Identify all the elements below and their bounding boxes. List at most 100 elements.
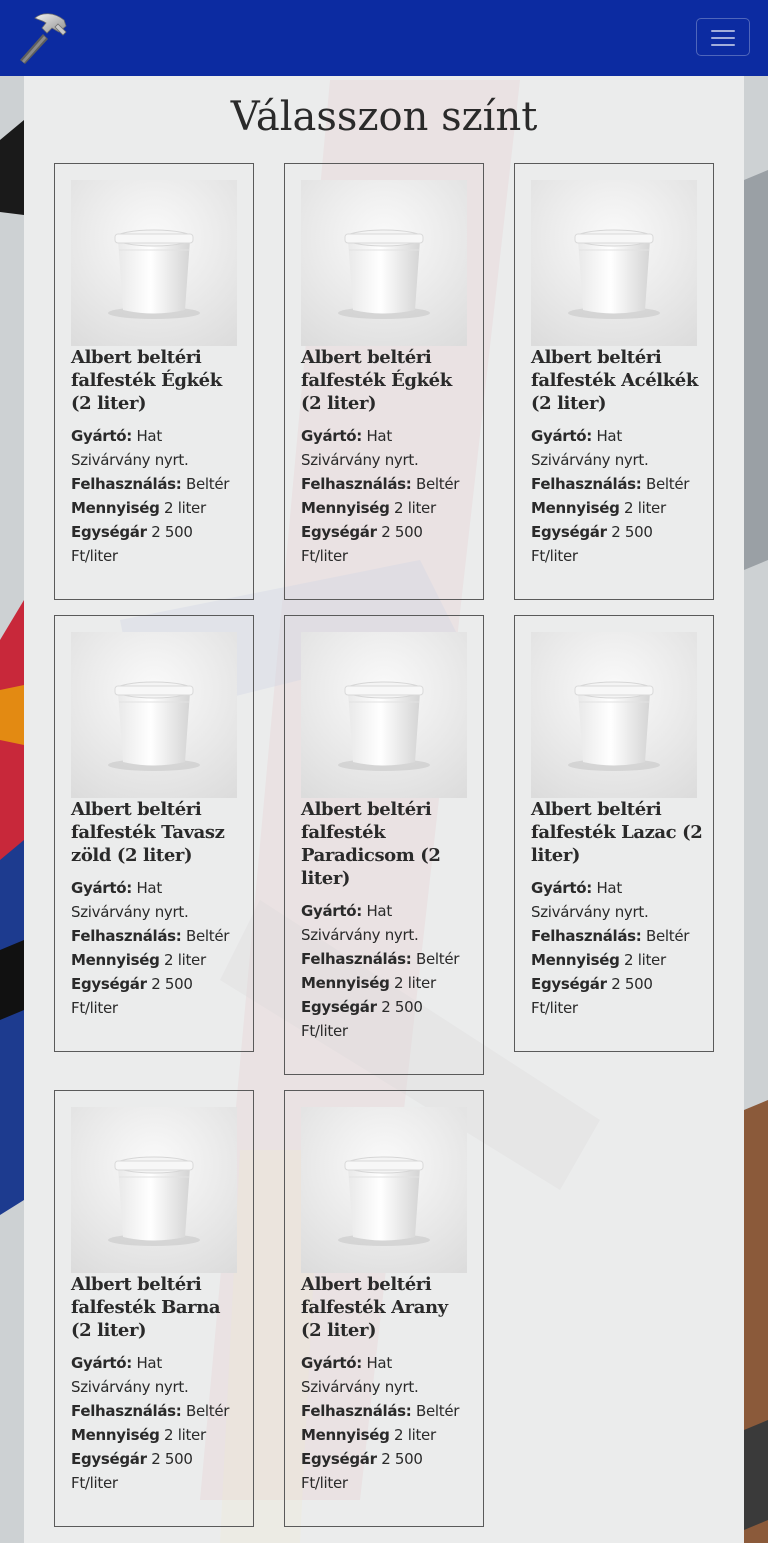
quantity-row: Mennyiség 2 liter xyxy=(301,496,473,520)
usage-row: Felhasználás: Beltér xyxy=(301,1399,473,1423)
product-specs: Gyártó: Hat Szivárvány nyrt. Felhasználás… xyxy=(71,876,243,1020)
manufacturer-row: Gyártó: Hat Szivárvány nyrt. xyxy=(301,899,473,947)
usage-value: Beltér xyxy=(185,1402,230,1420)
product-name[interactable]: Albert beltéri falfesték Barna (2 liter) xyxy=(71,1273,243,1342)
manufacturer-row: Gyártó: Hat Szivárvány nyrt. xyxy=(71,424,243,472)
usage-row: Felhasználás: Beltér xyxy=(301,472,473,496)
usage-value: Beltér xyxy=(185,927,230,945)
product-card[interactable]: Albert beltéri falfesték Paradicsom (2 l… xyxy=(284,615,484,1075)
manufacturer-label: Gyártó: xyxy=(71,427,132,445)
usage-value: Beltér xyxy=(185,475,230,493)
quantity-value: 2 liter xyxy=(394,974,436,992)
paint-bucket-image[interactable] xyxy=(71,180,237,346)
manufacturer-label: Gyártó: xyxy=(301,427,362,445)
usage-value: Beltér xyxy=(415,1402,460,1420)
usage-value: Beltér xyxy=(645,927,690,945)
paint-bucket-image[interactable] xyxy=(301,632,467,798)
manufacturer-row: Gyártó: Hat Szivárvány nyrt. xyxy=(71,876,243,924)
product-name[interactable]: Albert beltéri falfesték Tavasz zöld (2 … xyxy=(71,798,243,867)
quantity-label: Mennyiség xyxy=(71,951,160,969)
product-specs: Gyártó: Hat Szivárvány nyrt. Felhasználás… xyxy=(71,1351,243,1495)
usage-row: Felhasználás: Beltér xyxy=(531,472,703,496)
product-name[interactable]: Albert beltéri falfesték Arany (2 liter) xyxy=(301,1273,473,1342)
quantity-label: Mennyiség xyxy=(301,1426,390,1444)
manufacturer-row: Gyártó: Hat Szivárvány nyrt. xyxy=(71,1351,243,1399)
paint-bucket-image[interactable] xyxy=(301,1107,467,1273)
manufacturer-row: Gyártó: Hat Szivárvány nyrt. xyxy=(531,424,703,472)
usage-value: Beltér xyxy=(645,475,690,493)
product-card[interactable]: Albert beltéri falfesték Lazac (2 liter)… xyxy=(514,615,714,1052)
product-name[interactable]: Albert beltéri falfesték Égkék (2 liter) xyxy=(301,346,473,415)
quantity-value: 2 liter xyxy=(164,1426,206,1444)
quantity-label: Mennyiség xyxy=(531,499,620,517)
manufacturer-label: Gyártó: xyxy=(301,1354,362,1372)
product-card[interactable]: Albert beltéri falfesték Acélkék (2 lite… xyxy=(514,163,714,600)
usage-label: Felhasználás: xyxy=(531,927,642,945)
paint-bucket-image[interactable] xyxy=(531,180,697,346)
usage-label: Felhasználás: xyxy=(301,1402,412,1420)
quantity-label: Mennyiség xyxy=(301,499,390,517)
usage-row: Felhasználás: Beltér xyxy=(71,1399,243,1423)
product-name[interactable]: Albert beltéri falfesték Lazac (2 liter) xyxy=(531,798,703,867)
quantity-value: 2 liter xyxy=(164,951,206,969)
menu-bar-line xyxy=(711,30,735,32)
quantity-value: 2 liter xyxy=(624,499,666,517)
usage-label: Felhasználás: xyxy=(71,1402,182,1420)
product-card[interactable]: Albert beltéri falfesték Arany (2 liter)… xyxy=(284,1090,484,1527)
product-card[interactable]: Albert beltéri falfesték Barna (2 liter)… xyxy=(54,1090,254,1527)
paint-bucket-image[interactable] xyxy=(71,632,237,798)
usage-label: Felhasználás: xyxy=(531,475,642,493)
quantity-row: Mennyiség 2 liter xyxy=(531,948,703,972)
unit-price-label: Egységár xyxy=(531,523,607,541)
product-card[interactable]: Albert beltéri falfesték Égkék (2 liter)… xyxy=(284,163,484,600)
product-name[interactable]: Albert beltéri falfesték Égkék (2 liter) xyxy=(71,346,243,415)
usage-row: Felhasználás: Beltér xyxy=(301,947,473,971)
quantity-row: Mennyiség 2 liter xyxy=(531,496,703,520)
paint-bucket-image[interactable] xyxy=(531,632,697,798)
quantity-value: 2 liter xyxy=(164,499,206,517)
quantity-row: Mennyiség 2 liter xyxy=(71,948,243,972)
quantity-value: 2 liter xyxy=(624,951,666,969)
quantity-row: Mennyiség 2 liter xyxy=(301,971,473,995)
manufacturer-label: Gyártó: xyxy=(71,1354,132,1372)
unit-price-label: Egységár xyxy=(71,1450,147,1468)
quantity-value: 2 liter xyxy=(394,1426,436,1444)
usage-row: Felhasználás: Beltér xyxy=(531,924,703,948)
usage-label: Felhasználás: xyxy=(71,475,182,493)
manufacturer-label: Gyártó: xyxy=(531,879,592,897)
unit-price-row: Egységár 2 500 Ft/liter xyxy=(531,972,703,1020)
hammer-icon[interactable] xyxy=(14,10,70,66)
usage-label: Felhasználás: xyxy=(301,475,412,493)
paint-bucket-image[interactable] xyxy=(71,1107,237,1273)
menu-bar-line xyxy=(711,44,735,46)
product-specs: Gyártó: Hat Szivárvány nyrt. Felhasználás… xyxy=(301,1351,473,1495)
page-title: Válasszon színt xyxy=(230,94,538,140)
product-specs: Gyártó: Hat Szivárvány nyrt. Felhasználás… xyxy=(531,424,703,568)
quantity-label: Mennyiség xyxy=(301,974,390,992)
usage-label: Felhasználás: xyxy=(71,927,182,945)
product-card[interactable]: Albert beltéri falfesték Tavasz zöld (2 … xyxy=(54,615,254,1052)
paint-bucket-image[interactable] xyxy=(301,180,467,346)
product-specs: Gyártó: Hat Szivárvány nyrt. Felhasználás… xyxy=(301,899,473,1043)
unit-price-label: Egységár xyxy=(531,975,607,993)
usage-value: Beltér xyxy=(415,475,460,493)
product-card[interactable]: Albert beltéri falfesték Égkék (2 liter)… xyxy=(54,163,254,600)
quantity-row: Mennyiség 2 liter xyxy=(71,1423,243,1447)
quantity-row: Mennyiség 2 liter xyxy=(71,496,243,520)
usage-row: Felhasználás: Beltér xyxy=(71,472,243,496)
unit-price-row: Egységár 2 500 Ft/liter xyxy=(71,972,243,1020)
quantity-label: Mennyiség xyxy=(71,1426,160,1444)
unit-price-label: Egységár xyxy=(301,1450,377,1468)
product-name[interactable]: Albert beltéri falfesték Acélkék (2 lite… xyxy=(531,346,703,415)
menu-bar-line xyxy=(711,37,735,39)
unit-price-label: Egységár xyxy=(71,975,147,993)
product-specs: Gyártó: Hat Szivárvány nyrt. Felhasználás… xyxy=(71,424,243,568)
product-name[interactable]: Albert beltéri falfesték Paradicsom (2 l… xyxy=(301,798,473,890)
unit-price-label: Egységár xyxy=(71,523,147,541)
manufacturer-label: Gyártó: xyxy=(531,427,592,445)
unit-price-row: Egységár 2 500 Ft/liter xyxy=(531,520,703,568)
usage-row: Felhasználás: Beltér xyxy=(71,924,243,948)
unit-price-row: Egységár 2 500 Ft/liter xyxy=(301,995,473,1043)
hamburger-menu-icon[interactable] xyxy=(696,18,750,56)
unit-price-label: Egységár xyxy=(301,998,377,1016)
